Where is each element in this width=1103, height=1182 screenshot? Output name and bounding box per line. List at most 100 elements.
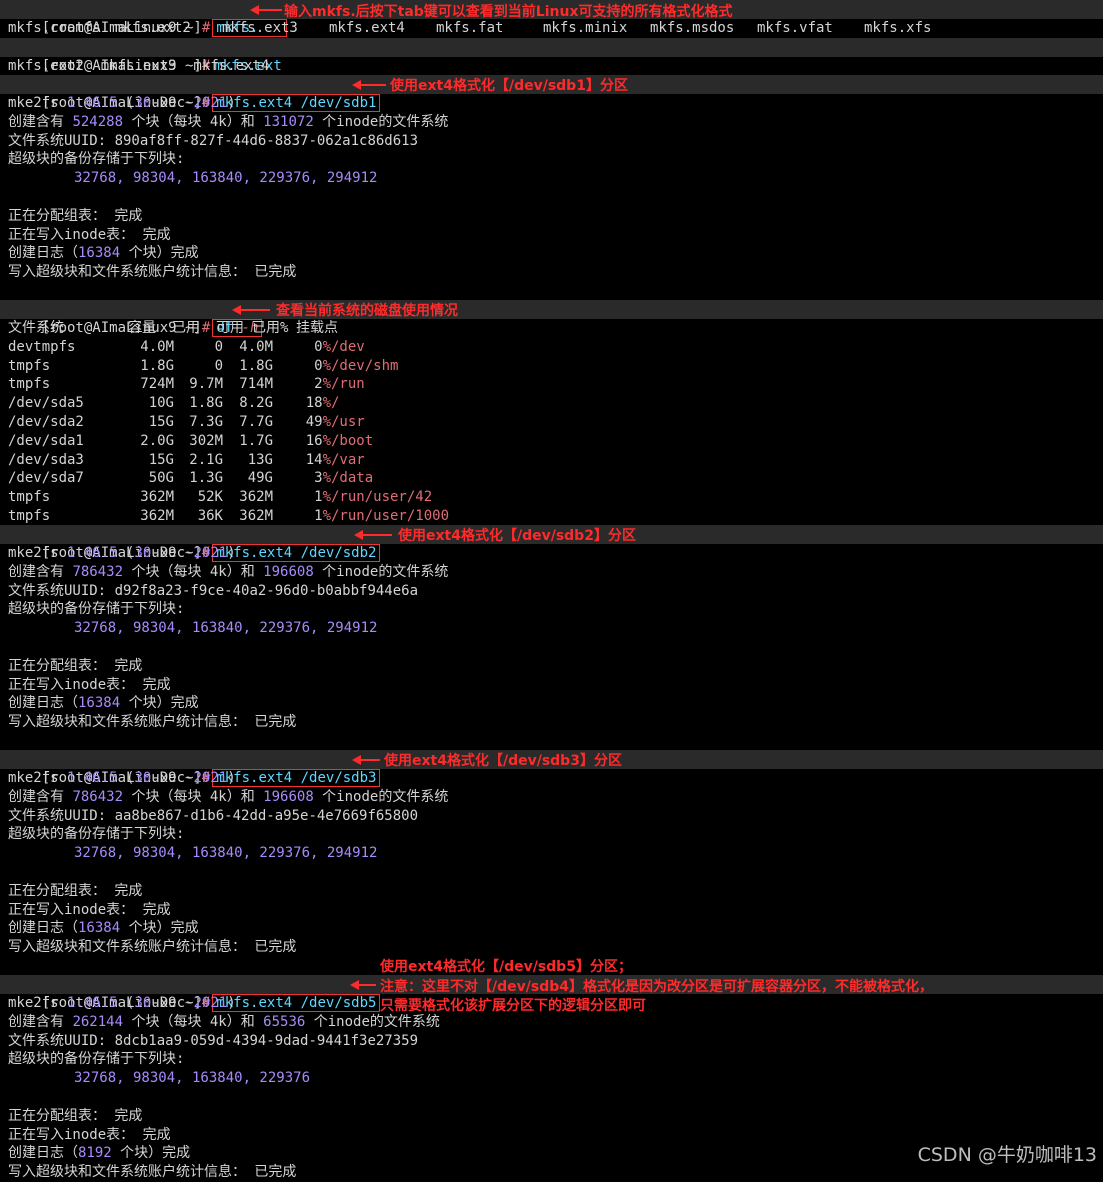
journal-line: 创建日志（16384 个块）完成 <box>0 694 1103 713</box>
alloc-groups: 正在分配组表： 完成 <box>8 657 143 674</box>
df-mount: /run/user/1000 <box>331 508 450 524</box>
date-paren: ) <box>227 95 236 111</box>
df-pct-value: 0 <box>314 338 323 355</box>
df-avail: 4.0M <box>239 338 273 355</box>
uuid-value: aa8be867-d1b6-42dd-a95e-4e7669f65800 <box>114 807 419 824</box>
completion-item: mkfs.cramfs <box>8 20 101 36</box>
df-filesystem: /dev/sda7 <box>8 470 84 487</box>
alloc-groups-line: 正在分配组表： 完成 <box>0 657 1103 676</box>
write-superblock: 写入超级块和文件系统账户统计信息： 已完成 <box>8 1164 297 1181</box>
backup-label-line: 超级块的备份存储于下列块: <box>0 1050 1103 1069</box>
df-used: 52K <box>197 489 223 506</box>
df-pct-sign: % <box>322 395 331 412</box>
backup-label: 超级块的备份存储于下列块: <box>8 826 185 843</box>
df-pct-value: 1 <box>314 489 323 506</box>
alloc-groups: 正在分配组表： 完成 <box>8 1107 143 1124</box>
annotation-sdb5-title: 使用ext4格式化【/dev/sdb5】分区； <box>380 959 632 975</box>
df-row: /dev/sda2 15G 7.3G 7.7G 49%/usr <box>0 413 1103 432</box>
df-mount: /dev/shm <box>331 357 399 374</box>
write-superblock: 写入超级块和文件系统账户统计信息： 已完成 <box>8 714 297 731</box>
uuid-line: 文件系统UUID: aa8be867-d1b6-42dd-a95e-4e7669… <box>0 807 1103 826</box>
df-size: 10G <box>148 395 174 412</box>
inodes-label: 个inode的文件系统 <box>313 563 449 580</box>
journal-label: 创建日志（ <box>8 920 78 937</box>
mke2fs-version: 1.46.5 <box>67 95 118 111</box>
df-use-percent: 0% <box>314 338 331 357</box>
backup-blocks-line: 32768, 98304, 163840, 229376, 294912 <box>0 619 1103 638</box>
df-used: 2.1G <box>189 451 223 468</box>
df-pct-sign: % <box>322 357 331 374</box>
uuid-label: 文件系统UUID: <box>8 132 115 149</box>
backup-label-line: 超级块的备份存储于下列块: <box>0 150 1103 169</box>
block-count: 262144 <box>72 1013 124 1030</box>
df-row: /dev/sda1 2.0G 302M 1.7G 16%/boot <box>0 432 1103 451</box>
df-pct-sign: % <box>322 508 331 524</box>
date-paren: ( <box>117 545 135 561</box>
date-year: 2021 <box>193 995 228 1011</box>
df-row: devtmpfs 4.0M 0 4.0M 0%/dev <box>0 338 1103 357</box>
mke2fs-version-line: mke2fs 1.46.5 (30-Dec-2021) <box>0 769 1103 788</box>
watermark: CSDN @牛奶咖啡13 <box>917 1144 1097 1166</box>
write-inode: 正在写入inode表： 完成 <box>8 1126 171 1143</box>
write-inode-line: 正在写入inode表： 完成 <box>0 676 1103 695</box>
df-row: tmpfs 1.8G 0 1.8G 0%/dev/shm <box>0 357 1103 376</box>
df-mount: /usr <box>331 414 365 430</box>
tab-completion-ext: mkfs.ext2 mkfs.ext3 mkfs.ext4 <box>8 58 270 74</box>
journal-line: 创建日志（16384 个块）完成 <box>0 919 1103 938</box>
uuid-label: 文件系统UUID: <box>8 582 115 599</box>
terminal-window[interactable]: [root@AImaLinux9 ~]# mkfs. mkfs.cramfs mkf… <box>0 0 1103 1180</box>
mke2fs-label: mke2fs <box>8 95 68 111</box>
backup-blocks: 32768, 98304, 163840, 229376 <box>74 1070 311 1087</box>
create-label: 创建含有 <box>8 563 73 580</box>
df-avail: 7.7G <box>239 414 273 430</box>
block-count: 786432 <box>72 788 124 805</box>
df-use-percent: 1% <box>314 488 331 507</box>
date-day: 30 <box>134 770 152 786</box>
inode-count: 131072 <box>263 113 314 130</box>
date-paren: ) <box>227 995 236 1011</box>
df-pct-sign: % <box>322 338 331 355</box>
prompt-line: [root@AImaLinux9 ~]# df -h <box>0 300 1103 337</box>
df-row: tmpfs 724M 9.7M 714M 2%/run <box>0 375 1103 394</box>
mke2fs-version: 1.46.5 <box>67 545 118 561</box>
journal-blocks: 16384 <box>78 920 121 937</box>
alloc-groups-line: 正在分配组表： 完成 <box>0 207 1103 226</box>
journal-blocks: 8192 <box>78 1145 112 1162</box>
df-pct-value: 14 <box>305 451 323 468</box>
df-row: tmpfs 362M 36K 362M 1%/run/user/1000 <box>0 507 1103 526</box>
df-used: 36K <box>197 508 223 524</box>
df-used: 7.3G <box>189 414 223 430</box>
journal-blocks: 16384 <box>78 695 121 712</box>
block-count-line: 创建含有 524288 个块（每块 4k）和 131072 个inode的文件系… <box>0 113 1103 132</box>
df-used: 1.8G <box>189 395 223 412</box>
arrow-icon <box>352 755 380 765</box>
arrow-icon <box>354 530 392 540</box>
completion-item: mkfs.vfat <box>757 20 833 36</box>
completion-item: mkfs.xfs <box>864 20 932 36</box>
inodes-label: 个inode的文件系统 <box>313 788 449 805</box>
inodes-label: 个inode的文件系统 <box>305 1013 440 1030</box>
df-header-pct: 已用% <box>252 320 289 336</box>
completion-item: mkfs.minix <box>543 20 628 36</box>
backup-blocks-line: 32768, 98304, 163840, 229376, 294912 <box>0 169 1103 188</box>
write-inode-line: 正在写入inode表： 完成 <box>0 226 1103 245</box>
df-mount: /run <box>331 376 365 393</box>
df-filesystem: /dev/sda2 <box>8 414 84 430</box>
uuid-line: 文件系统UUID: 890af8ff-827f-44d6-8837-062a1c… <box>0 132 1103 151</box>
df-avail: 13G <box>247 451 273 468</box>
uuid-value: 8dcb1aa9-059d-4394-9dad-9441f3e27359 <box>114 1032 419 1049</box>
df-used: 1.3G <box>189 470 223 487</box>
df-pct-value: 2 <box>314 376 323 393</box>
date-day: 30 <box>134 545 152 561</box>
backup-label-line: 超级块的备份存储于下列块: <box>0 600 1103 619</box>
blocks-label: 个块（每块 4k）和 <box>123 788 264 805</box>
df-use-percent: 14% <box>306 451 331 470</box>
df-use-percent: 0% <box>314 357 331 376</box>
date-paren: ( <box>117 995 135 1011</box>
block-count: 524288 <box>72 113 124 130</box>
df-row: /dev/sda3 15G 2.1G 13G 14%/var <box>0 451 1103 470</box>
write-superblock-line: 写入超级块和文件系统账户统计信息： 已完成 <box>0 263 1103 282</box>
annotation-sdb1: 使用ext4格式化【/dev/sdb1】分区 <box>390 78 628 94</box>
uuid-value: d92f8a23-f9ce-40a2-96d0-b0abbf944e6a <box>114 582 419 599</box>
inode-count: 196608 <box>263 788 314 805</box>
